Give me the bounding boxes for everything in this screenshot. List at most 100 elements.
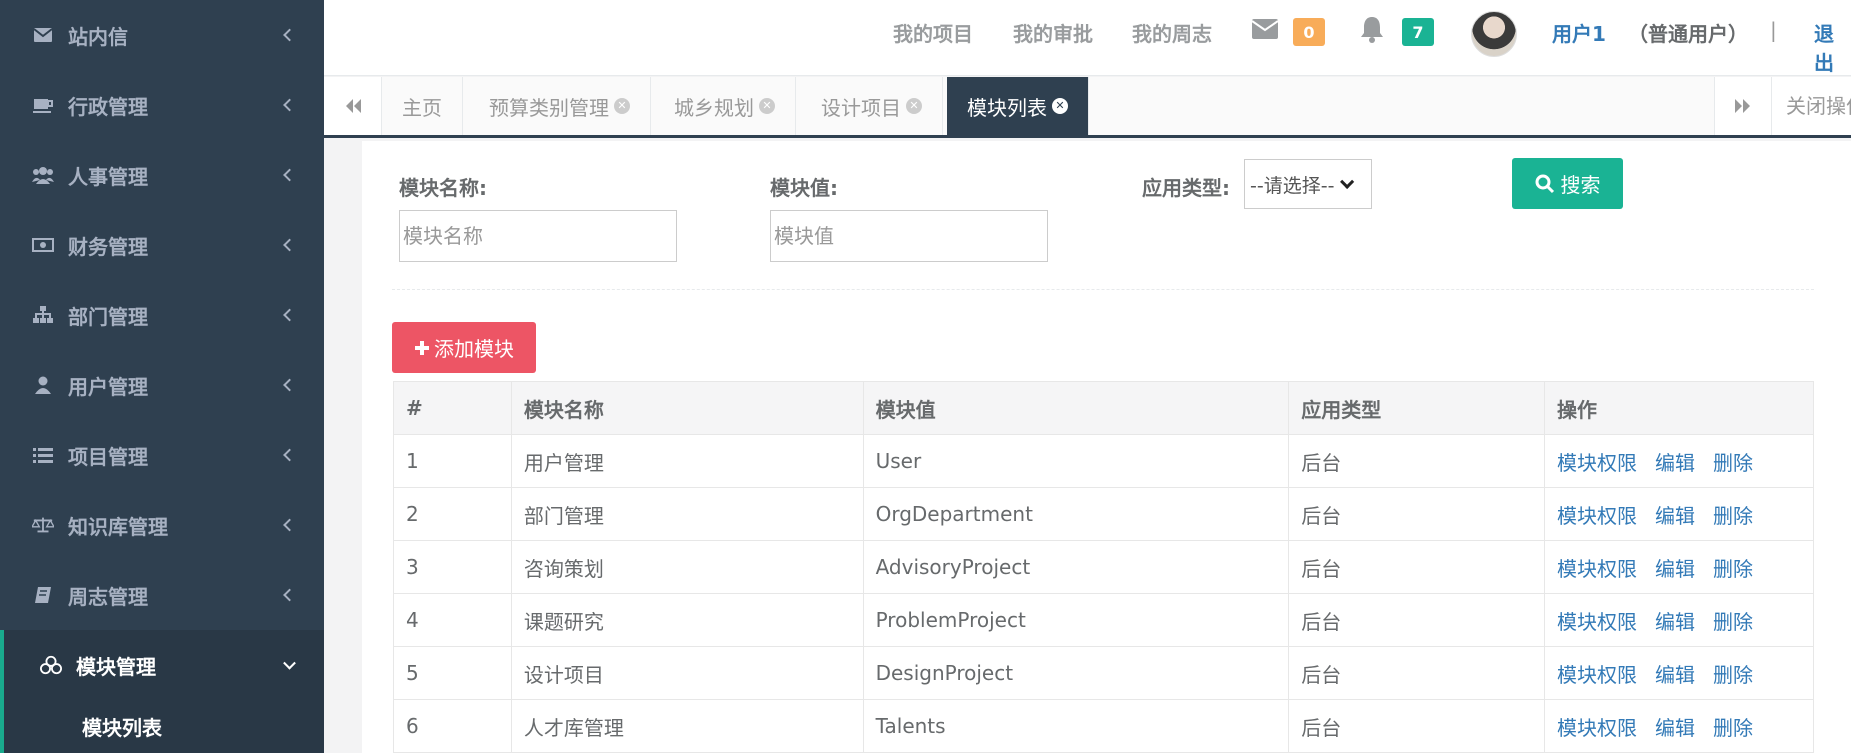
sidebar-item-label: 用户管理 xyxy=(68,374,148,399)
row-module-value: DesignProject xyxy=(862,646,1290,700)
edit-link[interactable]: 编辑 xyxy=(1655,610,1695,634)
my-approvals-link[interactable]: 我的审批 xyxy=(1013,18,1093,47)
close-icon[interactable]: ✕ xyxy=(906,98,922,114)
sidebar: 站内信 行政管理 人事管理 财务管理 部门管理 用户管理 项目管理 知识库管理 … xyxy=(0,0,324,753)
sidebar-item-hr[interactable]: 人事管理 xyxy=(0,140,324,210)
module-value-input[interactable] xyxy=(770,210,1048,262)
users-icon xyxy=(32,164,54,186)
sidebar-item-dept[interactable]: 部门管理 xyxy=(0,280,324,350)
sidebar-subitem-module-list[interactable]: 模块列表 xyxy=(0,700,324,753)
close-icon[interactable]: ✕ xyxy=(614,98,630,114)
delete-link[interactable]: 删除 xyxy=(1713,610,1753,634)
main-content: 模块名称: 模块值: 应用类型: --请选择-- 搜索 添加模块 # 模块名称 … xyxy=(362,141,1851,753)
row-index: 4 xyxy=(393,593,512,647)
module-permission-link[interactable]: 模块权限 xyxy=(1557,451,1637,475)
balance-scale-icon xyxy=(32,514,54,536)
sidebar-item-weekly[interactable]: 周志管理 xyxy=(0,560,324,630)
coffee-icon xyxy=(32,94,54,116)
row-module-name: 部门管理 xyxy=(510,487,864,541)
money-icon xyxy=(32,234,54,256)
sidebar-item-finance[interactable]: 财务管理 xyxy=(0,210,324,280)
sidebar-item-mail[interactable]: 站内信 xyxy=(0,0,324,70)
my-weekly-link[interactable]: 我的周志 xyxy=(1132,18,1212,47)
close-icon[interactable]: ✕ xyxy=(759,98,775,114)
tab-module-list[interactable]: 模块列表 ✕ xyxy=(947,77,1089,135)
row-module-value: Talents xyxy=(862,699,1290,753)
book-icon xyxy=(32,584,54,606)
avatar[interactable] xyxy=(1471,11,1517,57)
module-name-input[interactable] xyxy=(399,210,677,262)
user-name[interactable]: 用户1 xyxy=(1552,18,1606,47)
module-permission-link[interactable]: 模块权限 xyxy=(1557,557,1637,581)
row-app-type: 后台 xyxy=(1288,487,1546,541)
chevron-left-icon xyxy=(283,308,296,322)
edit-link[interactable]: 编辑 xyxy=(1655,557,1695,581)
row-app-type: 后台 xyxy=(1288,593,1546,647)
row-actions: 模块权限 编辑 删除 xyxy=(1544,593,1814,647)
mail-count-badge: 0 xyxy=(1293,18,1325,46)
edit-link[interactable]: 编辑 xyxy=(1655,716,1695,740)
tabs-scroll-right-button[interactable] xyxy=(1714,77,1772,135)
edit-link[interactable]: 编辑 xyxy=(1655,451,1695,475)
sidebar-item-label: 知识库管理 xyxy=(68,514,168,539)
module-permission-link[interactable]: 模块权限 xyxy=(1557,716,1637,740)
my-projects-link[interactable]: 我的项目 xyxy=(893,18,973,47)
tab-budget-category[interactable]: 预算类别管理 ✕ xyxy=(469,77,651,135)
row-index: 1 xyxy=(393,434,512,488)
double-chevron-right-icon xyxy=(1735,99,1750,113)
module-permission-link[interactable]: 模块权限 xyxy=(1557,504,1637,528)
delete-link[interactable]: 删除 xyxy=(1713,716,1753,740)
column-header: 操作 xyxy=(1544,381,1814,435)
search-button[interactable]: 搜索 xyxy=(1512,158,1623,209)
edit-link[interactable]: 编辑 xyxy=(1655,504,1695,528)
module-permission-link[interactable]: 模块权限 xyxy=(1557,663,1637,687)
row-actions: 模块权限 编辑 删除 xyxy=(1544,434,1814,488)
notification-count-badge: 7 xyxy=(1402,18,1434,46)
chevron-left-icon xyxy=(283,518,296,532)
row-module-name: 咨询策划 xyxy=(510,540,864,594)
divider xyxy=(392,289,1814,290)
module-permission-link[interactable]: 模块权限 xyxy=(1557,610,1637,634)
sidebar-item-admin[interactable]: 行政管理 xyxy=(0,70,324,140)
delete-link[interactable]: 删除 xyxy=(1713,557,1753,581)
sidebar-item-label: 站内信 xyxy=(68,24,128,49)
chevron-left-icon xyxy=(283,28,296,42)
add-module-button[interactable]: 添加模块 xyxy=(392,322,536,373)
delete-link[interactable]: 删除 xyxy=(1713,504,1753,528)
row-module-name: 课题研究 xyxy=(510,593,864,647)
row-actions: 模块权限 编辑 删除 xyxy=(1544,487,1814,541)
mail-icon[interactable] xyxy=(1251,18,1279,45)
user-icon xyxy=(32,374,54,396)
tab-label: 设计项目 xyxy=(821,95,901,120)
table-row: 4 课题研究 ProblemProject 后台 模块权限 编辑 删除 xyxy=(393,593,1814,647)
top-header: 我的项目 我的审批 我的周志 0 7 用户1 （普通用户） | 退出 xyxy=(324,0,1851,76)
sidebar-item-label: 财务管理 xyxy=(68,234,148,259)
chevron-left-icon xyxy=(283,98,296,112)
app-type-select[interactable]: --请选择-- xyxy=(1244,159,1372,209)
tab-label: 模块列表 xyxy=(967,95,1047,120)
table-row: 2 部门管理 OrgDepartment 后台 模块权限 编辑 删除 xyxy=(393,487,1814,541)
tab-design-project[interactable]: 设计项目 ✕ xyxy=(801,77,943,135)
delete-link[interactable]: 删除 xyxy=(1713,663,1753,687)
tabs-scroll-left-button[interactable] xyxy=(324,77,382,135)
close-icon[interactable]: ✕ xyxy=(1052,98,1068,114)
tab-urban-planning[interactable]: 城乡规划 ✕ xyxy=(654,77,796,135)
logout-link[interactable]: 退出 xyxy=(1814,18,1851,76)
table-row: 1 用户管理 User 后台 模块权限 编辑 删除 xyxy=(393,434,1814,488)
list-icon xyxy=(32,444,54,466)
edit-link[interactable]: 编辑 xyxy=(1655,663,1695,687)
sidebar-item-projects[interactable]: 项目管理 xyxy=(0,420,324,490)
close-operations-button[interactable]: 关闭操作 xyxy=(1772,77,1851,135)
sidebar-item-users[interactable]: 用户管理 xyxy=(0,350,324,420)
sidebar-item-modules[interactable]: 模块管理 xyxy=(0,630,324,700)
table-header-row: # 模块名称 模块值 应用类型 操作 xyxy=(393,381,1814,435)
tab-home[interactable]: 主页 xyxy=(382,77,463,135)
row-app-type: 后台 xyxy=(1288,699,1546,753)
sidebar-item-label: 人事管理 xyxy=(68,164,148,189)
bell-icon[interactable] xyxy=(1360,15,1384,48)
delete-link[interactable]: 删除 xyxy=(1713,451,1753,475)
module-table: # 模块名称 模块值 应用类型 操作 1 用户管理 User 后台 模块权限 编辑… xyxy=(393,381,1814,753)
sidebar-item-knowledge[interactable]: 知识库管理 xyxy=(0,490,324,560)
table-row: 5 设计项目 DesignProject 后台 模块权限 编辑 删除 xyxy=(393,646,1814,700)
row-app-type: 后台 xyxy=(1288,646,1546,700)
